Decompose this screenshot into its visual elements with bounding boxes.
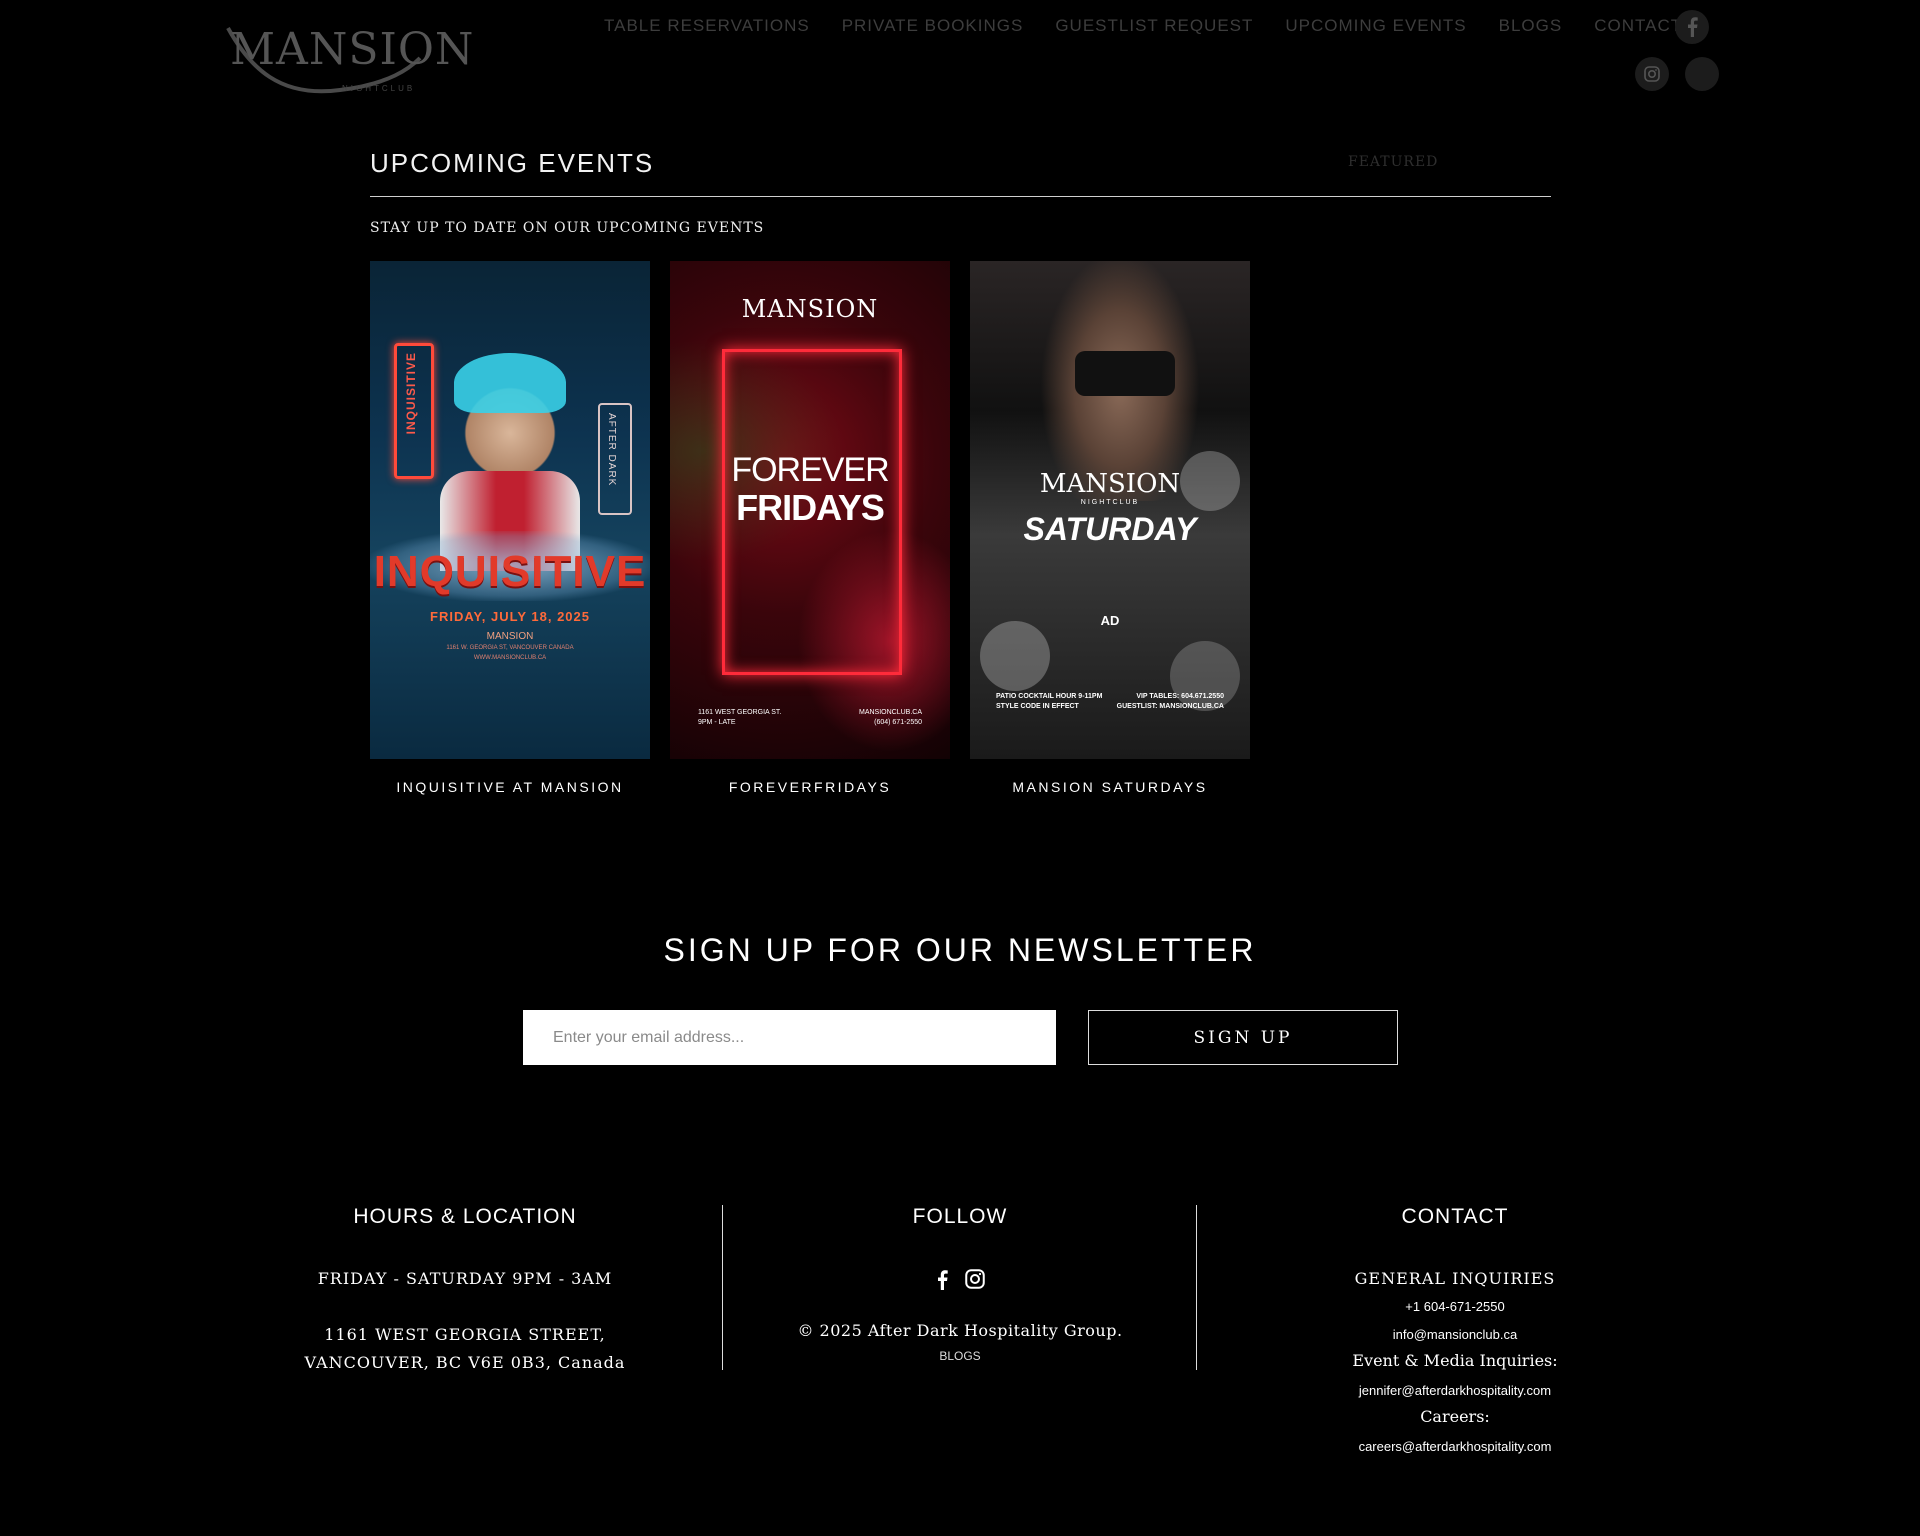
footer-media-label: Event & Media Inquiries: — [1352, 1351, 1558, 1370]
poster-web: MANSIONCLUB.CA — [858, 709, 922, 716]
poster-side-sign: AFTER DARK — [598, 403, 632, 515]
instagram-icon — [1644, 66, 1660, 82]
poster-line2: FRIDAYS — [736, 487, 885, 528]
poster-side-text: INQUISITIVE — [404, 352, 418, 435]
poster-sub: NIGHTCLUB — [1080, 499, 1140, 506]
poster-brand: MANSION — [1039, 469, 1181, 499]
poster-bokeh — [980, 621, 1050, 691]
event-poster-image[interactable]: MANSION FOREVER FRIDAYS 1161 WEST GEORGI… — [670, 261, 950, 759]
section-title: UPCOMING EVENTS — [370, 148, 655, 178]
facebook-icon[interactable] — [935, 1269, 949, 1291]
poster-title: SATURDAY — [1023, 511, 1197, 547]
poster-brand: MANSION — [486, 631, 534, 642]
nav-guestlist-request[interactable]: GUESTLIST REQUEST — [1055, 16, 1253, 36]
poster-right1: VIP TABLES: 604.671.2550 — [1136, 693, 1224, 700]
poster-title: INQUISITIVE — [373, 547, 647, 596]
facebook-link[interactable] — [1675, 10, 1709, 44]
footer-address-line1: 1161 WEST GEORGIA STREET, — [324, 1325, 606, 1344]
logo-text: MANSION — [230, 24, 475, 75]
footer-contact: CONTACT GENERAL INQUIRIES +1 604-671-255… — [1255, 1205, 1655, 1465]
event-caption[interactable]: INQUISITIVE AT MANSION — [370, 779, 650, 795]
footer-careers-email[interactable]: careers@afterdarkhospitality.com — [1255, 1439, 1655, 1454]
nav-blogs[interactable]: BLOGS — [1499, 16, 1563, 36]
event-poster-image[interactable]: MANSION NIGHTCLUB SATURDAY AD PATIO COCK… — [970, 261, 1250, 759]
footer-media-email[interactable]: jennifer@afterdarkhospitality.com — [1255, 1383, 1655, 1398]
poster-left1: PATIO COCKTAIL HOUR 9-11PM — [996, 693, 1103, 700]
section-subtitle: STAY UP TO DATE ON OUR UPCOMING EVENTS — [370, 220, 765, 236]
footer-hours-location: HOURS & LOCATION FRIDAY - SATURDAY 9PM -… — [265, 1205, 665, 1405]
poster-top — [1075, 351, 1175, 396]
footer-copyright: © 2025 After Dark Hospitality Group. — [797, 1321, 1123, 1340]
poster-date: FRIDAY, JULY 18, 2025 — [430, 609, 590, 624]
poster-neon-sign: INQUISITIVE — [394, 343, 434, 479]
x-link[interactable] — [1685, 57, 1719, 91]
event-poster-image[interactable]: INQUISITIVE AFTER DARK INQUISITIVE FRIDA… — [370, 261, 650, 759]
site-logo[interactable]: MANSION NIGHTCLUB — [220, 18, 473, 94]
footer-contact-title: CONTACT — [1401, 1205, 1509, 1228]
poster-line1: FOREVER — [731, 451, 889, 489]
footer-phone[interactable]: +1 604-671-2550 — [1255, 1299, 1655, 1314]
footer-blogs-link[interactable]: BLOGS — [760, 1349, 1160, 1363]
footer-general-label: GENERAL INQUIRIES — [1354, 1269, 1556, 1288]
newsletter-email-input[interactable] — [523, 1010, 1056, 1065]
featured-filter[interactable]: FEATURED — [1348, 154, 1438, 170]
event-caption[interactable]: MANSION SATURDAYS — [970, 779, 1250, 795]
poster-brand: MANSION — [741, 295, 879, 323]
nav-private-bookings[interactable]: PRIVATE BOOKINGS — [842, 16, 1024, 36]
footer-hours-title: HOURS & LOCATION — [353, 1205, 577, 1228]
poster-left2: STYLE CODE IN EFFECT — [996, 703, 1079, 710]
poster-url: WWW.MANSIONCLUB.CA — [473, 655, 547, 661]
newsletter-signup-button[interactable]: SIGN UP — [1088, 1010, 1398, 1065]
footer-careers-label: Careers: — [1420, 1407, 1490, 1426]
poster-addr: 1161 WEST GEORGIA ST. — [698, 709, 782, 716]
section-divider — [370, 196, 1551, 197]
footer-info-email[interactable]: info@mansionclub.ca — [1255, 1327, 1655, 1342]
poster-ad-logo: AD — [1100, 613, 1120, 628]
poster-right2: GUESTLIST: MANSIONCLUB.CA — [1116, 703, 1224, 710]
poster-time: 9PM - LATE — [698, 719, 736, 726]
nav-table-reservations[interactable]: TABLE RESERVATIONS — [604, 16, 810, 36]
poster-phone: (604) 671-2550 — [874, 719, 922, 726]
footer-divider — [1196, 1205, 1197, 1370]
poster-bokeh — [1170, 641, 1240, 711]
logo-subtext: NIGHTCLUB — [342, 84, 416, 93]
newsletter-title: SIGN UP FOR OUR NEWSLETTER — [663, 932, 1257, 968]
footer-follow: FOLLOW © 2025 After Dark Hospitality Gro… — [760, 1205, 1160, 1405]
footer-social-icons — [760, 1269, 1160, 1291]
event-card-foreverfridays[interactable]: MANSION FOREVER FRIDAYS 1161 WEST GEORGI… — [670, 261, 950, 795]
event-card-inquisitive[interactable]: INQUISITIVE AFTER DARK INQUISITIVE FRIDA… — [370, 261, 650, 795]
instagram-icon[interactable] — [965, 1269, 985, 1289]
poster-hair — [454, 353, 566, 413]
footer-hours: FRIDAY - SATURDAY 9PM - 3AM — [317, 1269, 613, 1288]
footer-divider — [722, 1205, 723, 1370]
event-card-mansion-saturdays[interactable]: MANSION NIGHTCLUB SATURDAY AD PATIO COCK… — [970, 261, 1250, 795]
facebook-icon — [1688, 17, 1698, 37]
poster-side-right-text: AFTER DARK — [606, 413, 617, 487]
footer-address-line2: VANCOUVER, BC V6E 0B3, Canada — [304, 1353, 626, 1372]
footer-follow-title: FOLLOW — [912, 1205, 1008, 1228]
main-nav: TABLE RESERVATIONS PRIVATE BOOKINGS GUES… — [604, 16, 1682, 36]
instagram-link[interactable] — [1635, 57, 1669, 91]
poster-address: 1161 W. GEORGIA ST, VANCOUVER CANADA — [446, 645, 574, 651]
nav-contact[interactable]: CONTACT — [1594, 16, 1682, 36]
event-caption[interactable]: FOREVERFRIDAYS — [670, 779, 950, 795]
nav-upcoming-events[interactable]: UPCOMING EVENTS — [1285, 16, 1466, 36]
